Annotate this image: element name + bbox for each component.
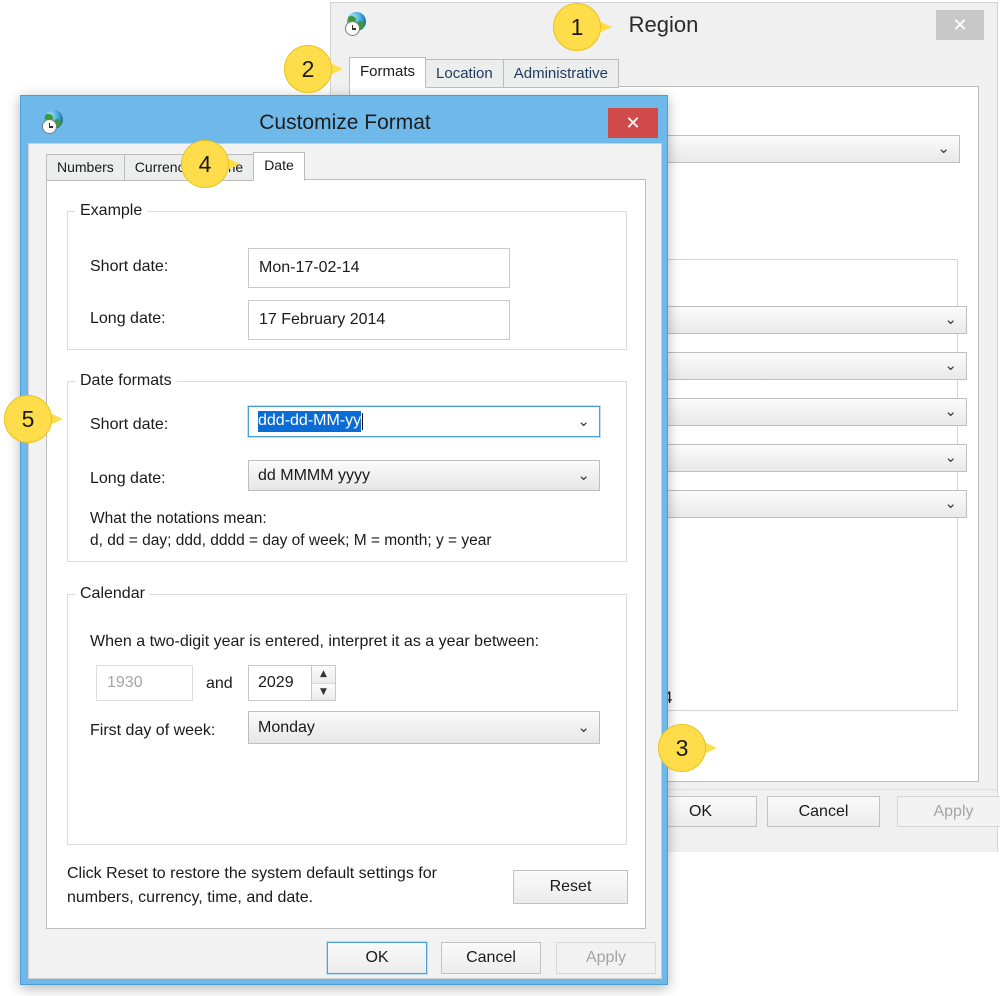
region-apply-button: Apply [897, 796, 1000, 827]
callout-number-4: 4 [181, 140, 229, 188]
globe-clock-icon [42, 110, 68, 136]
customize-dialog-title: Customize Format [68, 111, 608, 135]
notations-title: What the notations mean: [90, 508, 267, 530]
callout-marker-3: 3 [658, 724, 722, 772]
two-digit-year-description: When a two-digit year is entered, interp… [90, 631, 539, 653]
chevron-down-icon: ⌄ [944, 494, 957, 512]
tab-location[interactable]: Location [425, 59, 504, 88]
first-day-of-week-value: Monday [258, 719, 315, 737]
long-date-format-combo[interactable]: dd MMMM yyyy ⌄ [248, 460, 600, 491]
year-range-to-field[interactable]: 2029 [248, 665, 312, 701]
reset-description: Click Reset to restore the system defaul… [67, 862, 507, 910]
region-tab-bar: Formats Location Administrative [349, 57, 618, 88]
callout-number-3: 3 [658, 724, 706, 772]
region-window-title: Region [371, 12, 936, 38]
year-range-from-field: 1930 [96, 665, 193, 701]
chevron-down-icon: ⌄ [577, 718, 590, 736]
notations-body: d, dd = day; ddd, dddd = day of week; M … [90, 530, 492, 552]
long-date-format-value: dd MMMM yyyy [258, 467, 370, 485]
customize-tab-bar: Numbers Currency Time Date [46, 152, 304, 181]
callout-marker-4: 4 [181, 140, 245, 188]
tab-date[interactable]: Date [253, 152, 305, 181]
callout-marker-2: 2 [284, 45, 348, 93]
example-long-date-value: 17 February 2014 [248, 300, 510, 340]
spinner-down-icon[interactable]: ▼ [312, 684, 335, 701]
callout-number-5: 5 [4, 395, 52, 443]
region-close-button[interactable]: ✕ [936, 10, 984, 40]
calendar-group: Calendar When a two-digit year is entere… [67, 585, 627, 845]
customize-close-button[interactable]: ✕ [608, 108, 658, 138]
tab-formats[interactable]: Formats [349, 57, 426, 88]
long-date-format-label: Long date: [90, 470, 166, 488]
short-date-format-combo[interactable]: ddd-dd-MM-yy ⌄ [248, 406, 600, 437]
chevron-down-icon: ⌄ [944, 402, 957, 420]
chevron-down-icon: ⌄ [577, 412, 590, 430]
customize-cancel-button[interactable]: Cancel [441, 942, 541, 974]
customize-format-dialog: Customize Format ✕ Numbers Currency Time… [20, 95, 668, 985]
callout-marker-5: 5 [4, 395, 68, 443]
customize-apply-button: Apply [556, 942, 656, 974]
tab-numbers[interactable]: Numbers [46, 154, 125, 181]
chevron-down-icon: ⌄ [944, 356, 957, 374]
first-day-of-week-label: First day of week: [90, 722, 215, 740]
short-date-format-value: ddd-dd-MM-yy [258, 411, 361, 432]
example-long-date-label: Long date: [90, 310, 166, 328]
globe-clock-icon [345, 12, 371, 38]
customize-ok-button[interactable]: OK [327, 942, 427, 974]
example-group-legend: Example [75, 202, 147, 220]
and-label: and [206, 675, 233, 693]
example-short-date-value: Mon-17-02-14 [248, 248, 510, 288]
callout-marker-1: 1 [553, 3, 617, 51]
spinner-up-icon[interactable]: ▲ [312, 666, 335, 684]
date-formats-group: Date formats Short date: ddd-dd-MM-yy ⌄ … [67, 372, 627, 562]
chevron-down-icon: ⌄ [944, 310, 957, 328]
region-title-bar: Region ✕ [331, 3, 997, 47]
customize-dialog-body: Numbers Currency Time Date Example Short… [28, 143, 662, 979]
short-date-format-label: Short date: [90, 416, 168, 434]
example-short-date-label: Short date: [90, 258, 168, 276]
date-formats-legend: Date formats [75, 372, 177, 390]
callout-number-2: 2 [284, 45, 332, 93]
reset-button[interactable]: Reset [513, 870, 628, 904]
callout-number-1: 1 [553, 3, 601, 51]
year-range-to-stepper[interactable]: 2029 ▲ ▼ [248, 665, 336, 701]
calendar-group-legend: Calendar [75, 585, 150, 603]
region-cancel-button[interactable]: Cancel [767, 796, 880, 827]
chevron-down-icon: ⌄ [944, 448, 957, 466]
customize-title-bar: Customize Format ✕ [28, 103, 660, 143]
tab-administrative[interactable]: Administrative [503, 59, 619, 88]
example-group: Example Short date: Mon-17-02-14 Long da… [67, 202, 627, 350]
first-day-of-week-combo[interactable]: Monday ⌄ [248, 711, 600, 744]
chevron-down-icon: ⌄ [937, 139, 950, 157]
year-spinner-buttons[interactable]: ▲ ▼ [312, 665, 336, 701]
text-caret [362, 413, 363, 430]
chevron-down-icon: ⌄ [577, 466, 590, 484]
date-tab-panel: Example Short date: Mon-17-02-14 Long da… [46, 179, 646, 929]
